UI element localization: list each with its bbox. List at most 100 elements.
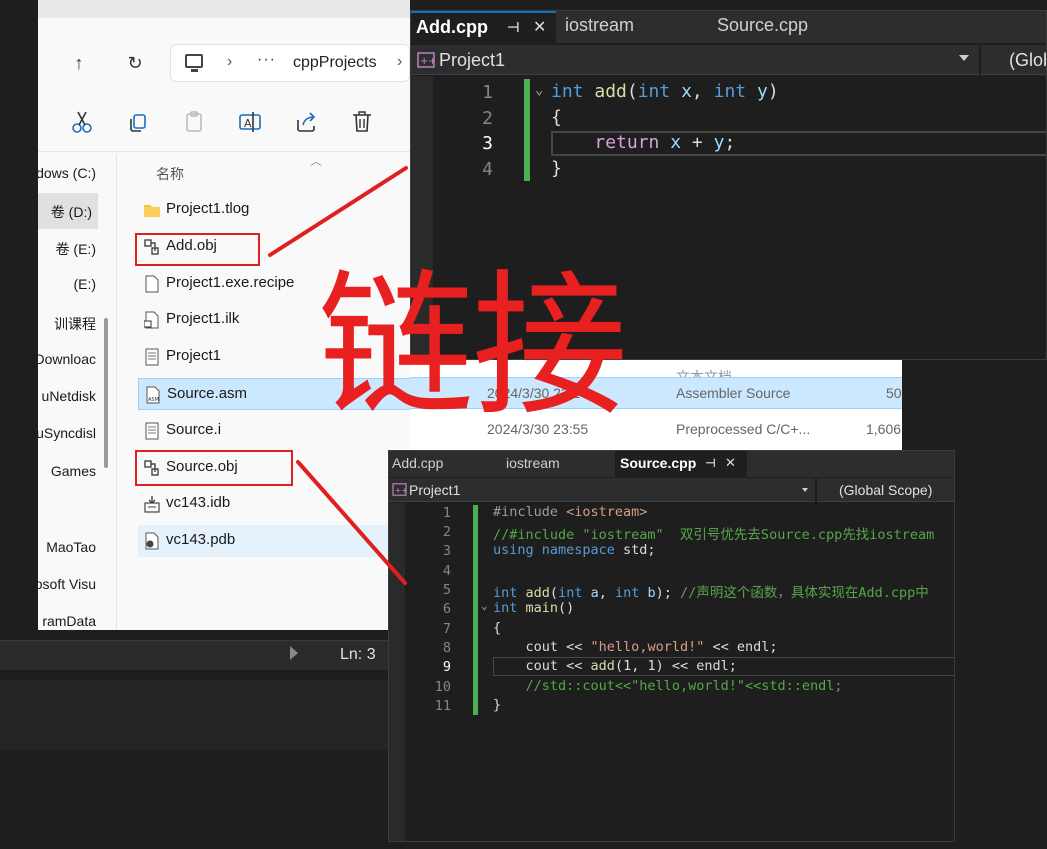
nav-drive-d[interactable]: 卷 (D:) [38, 193, 98, 229]
navigation-bar: ++ Project1 (Global Scope) [389, 478, 954, 502]
annotation-box-add-obj [135, 233, 260, 266]
nav-folder-course[interactable]: 训课程 [38, 305, 102, 341]
sort-chevron-icon[interactable]: ︿ [310, 152, 322, 169]
editor-tab-bar: Add.cpp iostream Source.cpp ⊣ ✕ [389, 451, 954, 477]
file-name: Project1 [166, 347, 222, 364]
code-line: } [493, 697, 502, 713]
address-bar[interactable]: › ··· cppProjects › [170, 44, 410, 82]
line-number: 1 [482, 82, 493, 103]
line-number: 5 [442, 582, 451, 598]
computer-icon [185, 54, 203, 72]
play-arrow-icon[interactable] [290, 646, 298, 660]
project-icon: ++ [392, 483, 407, 496]
nav-drive-e2[interactable]: (E:) [38, 267, 102, 303]
share-icon[interactable] [292, 108, 320, 136]
code-line: using namespace std; [493, 542, 656, 558]
glyph-margin [389, 503, 405, 841]
collapse-icon[interactable]: ⌄ [481, 599, 488, 612]
project-dropdown[interactable]: Project1 [439, 50, 505, 71]
breadcrumb-folder[interactable]: cppProjects [293, 54, 377, 72]
code-line: { [551, 107, 562, 128]
linker-file-icon [144, 311, 159, 329]
svg-text:++: ++ [420, 56, 435, 67]
navigation-scrollbar[interactable] [104, 318, 108, 468]
file-type: Assembler Source [676, 385, 791, 401]
nav-drive-e[interactable]: 卷 (E:) [38, 230, 102, 266]
column-header-name[interactable]: 名称 [156, 164, 184, 184]
file-name: vc143.pdb [166, 531, 236, 548]
chevron-down-icon[interactable] [959, 55, 969, 61]
navigation-bar: ++ Project1 (Glob [411, 45, 1046, 75]
scope-dropdown[interactable]: (Global Scope) [839, 482, 932, 498]
svg-text:ASM: ASM [148, 397, 159, 403]
line-number: 6 [442, 601, 451, 617]
pin-icon[interactable]: ⊣ [507, 19, 520, 36]
file-row[interactable]: vc143.pdb [138, 525, 410, 557]
nav-drive-c[interactable]: dows (C:) [38, 156, 102, 192]
annotation-title: 链接 [318, 255, 628, 437]
file-name: Project1.exe.recipe [166, 274, 295, 291]
line-number: 10 [434, 679, 451, 695]
editor-tab-bar: Add.cpp ⊣ ✕ iostream Source.cpp [411, 11, 1046, 43]
close-icon[interactable]: ✕ [533, 17, 546, 37]
code-line: { [493, 620, 502, 636]
paste-icon [186, 111, 202, 132]
up-arrow-icon[interactable]: ↑ [66, 50, 92, 76]
annotation-box-source-obj [135, 450, 293, 486]
code-line: cout << "hello,world!" << endl; [493, 639, 778, 655]
line-number: 1 [442, 505, 451, 521]
refresh-icon[interactable]: ↻ [122, 50, 148, 76]
line-number: 7 [442, 621, 451, 637]
copy-icon[interactable] [124, 108, 152, 136]
line-number: 2 [482, 108, 493, 129]
breadcrumb-overflow[interactable]: ··· [257, 51, 276, 69]
svg-text:A: A [244, 117, 252, 130]
background-panel [0, 680, 390, 750]
tab-source-cpp[interactable]: Source.cpp ⊣ ✕ [615, 451, 747, 477]
file-name: Project1.ilk [166, 310, 240, 327]
line-number: 3 [482, 133, 493, 154]
text-file-icon [145, 348, 159, 366]
delete-icon[interactable] [348, 108, 376, 136]
code-line: int main() [493, 600, 575, 616]
chevron-down-icon[interactable] [802, 488, 808, 492]
nav-folder-microsoft-visual[interactable]: osoft Visu [38, 567, 102, 603]
code-line: #include <iostream> [493, 504, 648, 520]
project-dropdown[interactable]: Project1 [409, 482, 460, 498]
line-number: 11 [434, 698, 451, 714]
file-row[interactable]: vc143.idb [138, 488, 410, 520]
navigation-pane: dows (C:) 卷 (D:) 卷 (E:) (E:) 训课程 Downloa… [38, 154, 102, 630]
tab-add-cpp[interactable]: Add.cpp [389, 451, 499, 477]
line-indicator: Ln: 3 [340, 646, 376, 663]
tab-source-cpp[interactable]: Source.cpp [711, 11, 879, 41]
cut-icon[interactable] [68, 108, 96, 136]
nav-folder-syncdisk[interactable]: uSyncdisl [38, 416, 102, 452]
assembler-file-icon: ASM [146, 386, 160, 404]
file-size: 50 [886, 385, 902, 401]
tab-iostream[interactable]: iostream [501, 451, 613, 477]
line-number: 4 [482, 159, 493, 180]
nav-folder-programdata[interactable]: ramData [38, 604, 102, 630]
nav-folder-downloads[interactable]: Downloac [38, 342, 102, 378]
file-name: vc143.idb [166, 494, 231, 511]
pane-divider [116, 154, 117, 630]
code-line: } [551, 158, 562, 179]
nav-folder-netdisk[interactable]: uNetdisk [38, 379, 102, 415]
explorer-tab-strip [38, 0, 410, 18]
scope-dropdown[interactable]: (Glob [1009, 50, 1046, 71]
tab-add-cpp[interactable]: Add.cpp ⊣ ✕ [411, 11, 556, 43]
pin-icon[interactable]: ⊣ [705, 456, 716, 470]
line-number: 3 [442, 543, 451, 559]
file-row[interactable]: Project1.tlog [138, 194, 410, 226]
close-icon[interactable]: ✕ [725, 455, 736, 471]
status-bar: Ln: 3 [0, 640, 400, 670]
change-tracking-bar [473, 505, 478, 715]
tab-iostream[interactable]: iostream [559, 11, 707, 41]
file-name: Source.asm [167, 385, 248, 402]
nav-folder-games[interactable]: Games [38, 454, 102, 490]
editor-window-source-cpp: Add.cpp iostream Source.cpp ⊣ ✕ ++ Proje… [388, 450, 955, 842]
explorer-toolbar: A [38, 94, 410, 152]
rename-icon[interactable]: A [236, 108, 264, 136]
nav-folder-maotao[interactable]: MaoTao [38, 530, 102, 566]
collapse-icon[interactable]: ⌄ [535, 82, 543, 98]
